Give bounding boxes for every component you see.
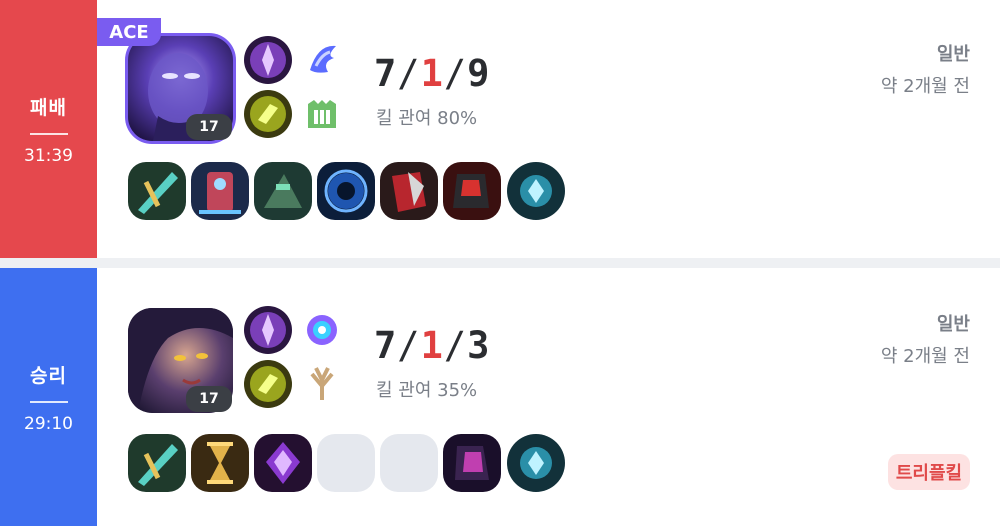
keystone-rune-icon[interactable]: [298, 36, 346, 84]
item-slot-2[interactable]: [191, 162, 249, 220]
trinket-slot[interactable]: [507, 162, 565, 220]
ghost-spell-icon[interactable]: [244, 360, 292, 408]
kills-count: 7: [374, 324, 398, 367]
kda-separator: /: [397, 324, 421, 367]
kill-participation: 킬 관여 35%: [376, 380, 478, 401]
item-slot-3[interactable]: [254, 162, 312, 220]
item-slot-4-empty: [317, 434, 375, 492]
item-slot-3[interactable]: [254, 434, 312, 492]
result-label: 승리: [30, 364, 67, 387]
game-duration: 29:10: [24, 413, 73, 434]
match-card[interactable]: 승리 29:10 17 7/1/3 킬 관여 35% 일반 약 2개월 전 트리…: [0, 268, 1000, 526]
kda-separator: /: [397, 52, 421, 95]
kda-score: 7/1/3: [374, 324, 490, 367]
divider: [29, 400, 68, 403]
kill-participation: 킬 관여 80%: [376, 108, 478, 129]
kda-score: 7/1/9: [374, 52, 490, 95]
champion-level: 17: [186, 386, 232, 412]
time-ago: 약 2개월 전: [880, 346, 970, 367]
game-mode: 일반: [936, 44, 970, 65]
result-label: 패배: [30, 96, 67, 119]
assists-count: 3: [467, 324, 491, 367]
result-bar: 패배 31:39: [0, 0, 97, 258]
match-card[interactable]: 패배 31:39 ACE 17 7/1/9 킬 관여 80% 일반 약 2개월 …: [0, 0, 1000, 258]
game-mode: 일반: [936, 314, 970, 335]
flash-spell-icon[interactable]: [244, 36, 292, 84]
item-slot-6[interactable]: [443, 162, 501, 220]
time-ago: 약 2개월 전: [880, 76, 970, 97]
item-slot-5[interactable]: [380, 162, 438, 220]
item-slot-6[interactable]: [443, 434, 501, 492]
inspiration-rune-icon[interactable]: [298, 360, 346, 408]
deaths-count: 1: [420, 52, 444, 95]
game-duration: 31:39: [24, 145, 73, 166]
champion-level: 17: [186, 114, 232, 140]
item-slot-4[interactable]: [317, 162, 375, 220]
divider: [29, 132, 68, 135]
keystone-rune-icon[interactable]: [298, 306, 346, 354]
resolve-rune-icon[interactable]: [298, 90, 346, 138]
item-slot-2[interactable]: [191, 434, 249, 492]
item-slot-1[interactable]: [128, 434, 186, 492]
item-slot-1[interactable]: [128, 162, 186, 220]
deaths-count: 1: [420, 324, 444, 367]
flash-spell-icon[interactable]: [244, 306, 292, 354]
kda-separator: /: [443, 52, 468, 95]
assists-count: 9: [467, 52, 491, 95]
multikill-badge: 트리플킬: [888, 454, 970, 490]
ghost-spell-icon[interactable]: [244, 90, 292, 138]
ace-badge: ACE: [97, 18, 161, 46]
trinket-slot[interactable]: [507, 434, 565, 492]
item-slot-5-empty: [380, 434, 438, 492]
kills-count: 7: [374, 52, 398, 95]
result-bar: 승리 29:10: [0, 268, 97, 526]
kda-separator: /: [443, 324, 468, 367]
